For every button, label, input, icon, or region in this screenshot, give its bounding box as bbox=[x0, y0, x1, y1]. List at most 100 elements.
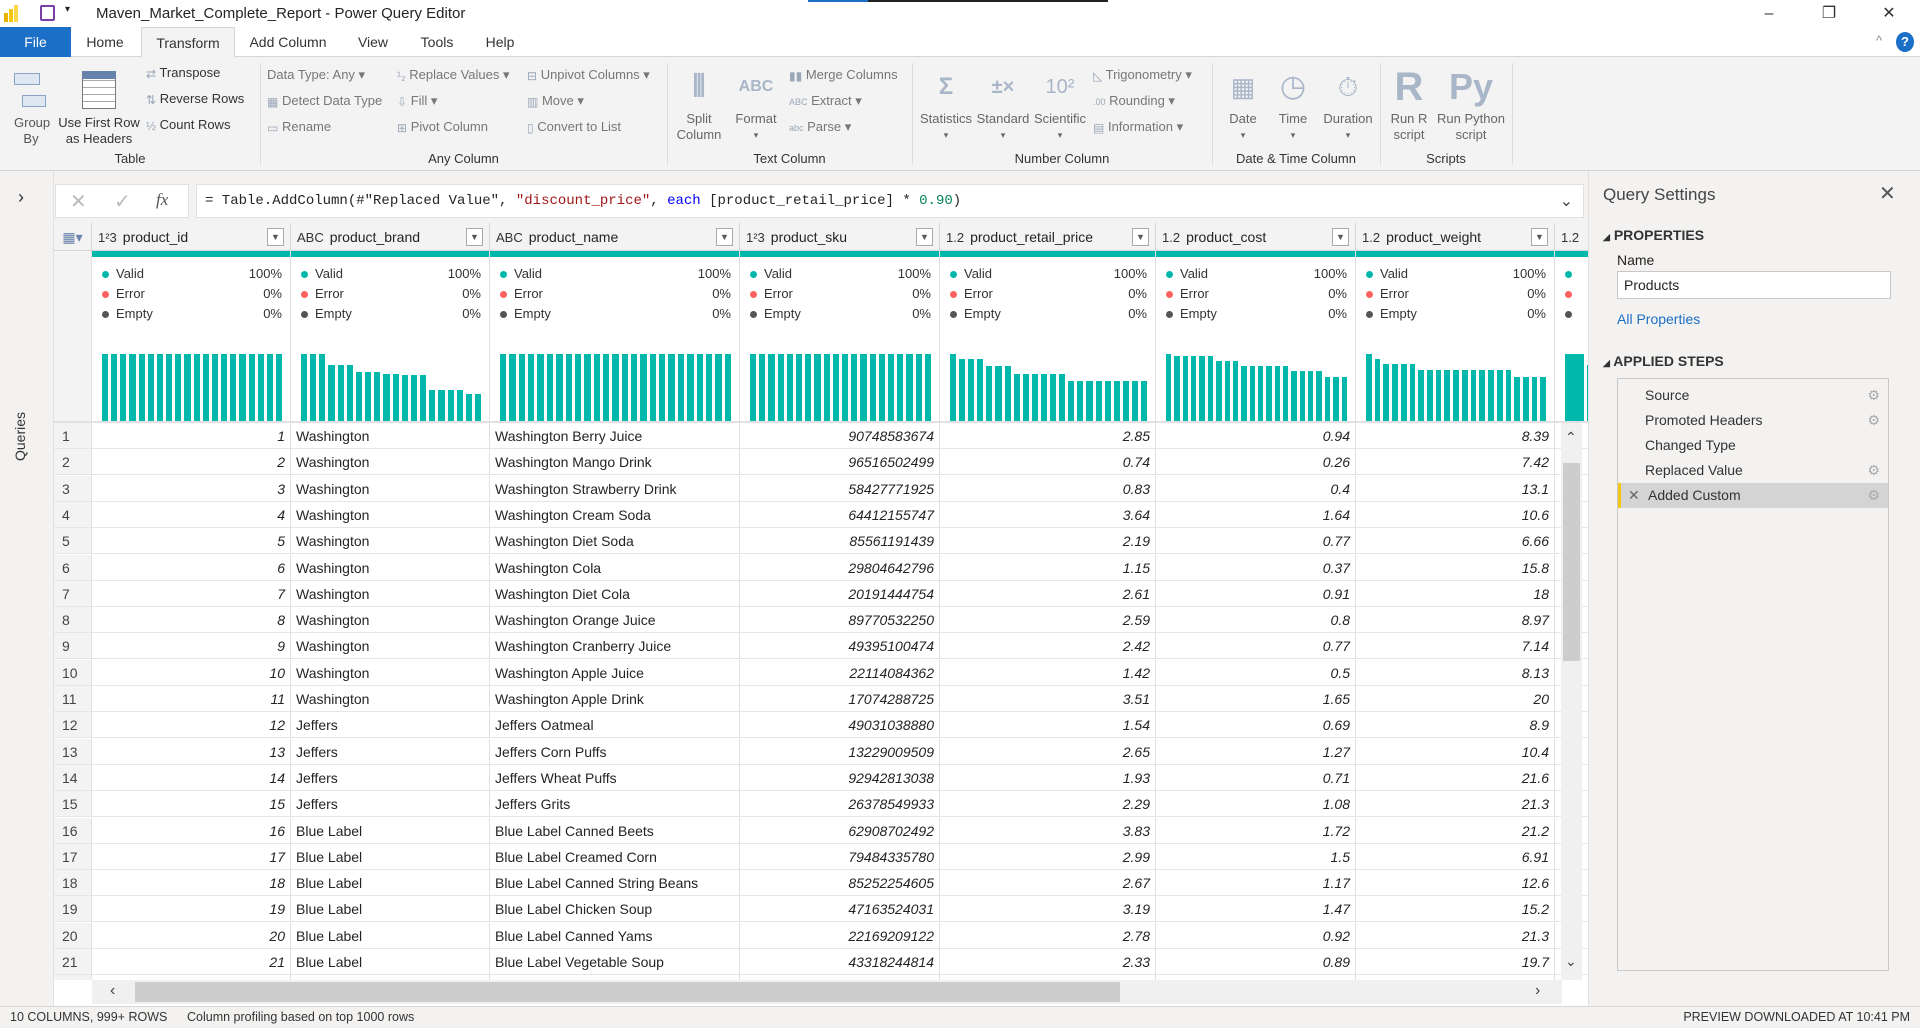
table-cell[interactable]: Washington bbox=[291, 659, 490, 686]
distribution-bar[interactable] bbox=[1427, 369, 1433, 421]
column-header[interactable]: 1²3 product_id ▼ bbox=[92, 223, 291, 251]
table-cell[interactable]: 0.77 bbox=[1156, 528, 1356, 555]
table-cell[interactable]: 17074288725 bbox=[740, 686, 940, 712]
table-cell[interactable]: Blue Label Vegetable Soup bbox=[490, 949, 740, 975]
data-type-icon[interactable]: 1.2 bbox=[1362, 230, 1380, 245]
table-cell[interactable]: Washington bbox=[291, 633, 490, 660]
table-cell[interactable]: 2.99 bbox=[940, 843, 1156, 870]
distribution-bar[interactable] bbox=[1174, 355, 1180, 421]
table-cell[interactable]: 26378549933 bbox=[740, 791, 940, 818]
step-settings-gear-icon[interactable]: ⚙ bbox=[1867, 383, 1880, 408]
table-cell[interactable]: 21.2 bbox=[1356, 817, 1555, 844]
table-cell[interactable]: 10.4 bbox=[1356, 738, 1555, 765]
distribution-bar[interactable] bbox=[1004, 366, 1011, 421]
table-cell[interactable]: 43318244814 bbox=[740, 949, 940, 975]
fill-button[interactable]: ⇩ Fill ▾ bbox=[397, 93, 437, 109]
data-type-icon[interactable]: 1.2 bbox=[1561, 230, 1579, 245]
table-cell[interactable]: 2 bbox=[92, 449, 291, 476]
distribution-bar[interactable] bbox=[1274, 366, 1281, 421]
table-cell[interactable]: 21.3 bbox=[1356, 922, 1555, 949]
tab-transform[interactable]: Transform bbox=[141, 27, 235, 58]
distribution-bar[interactable] bbox=[950, 354, 957, 421]
table-cell[interactable]: 1.08 bbox=[1156, 791, 1356, 818]
table-cell[interactable]: Blue Label Canned Yams bbox=[490, 922, 740, 949]
table-cell[interactable]: 58427771925 bbox=[740, 475, 940, 502]
applied-step[interactable]: ✕ Added Custom ⚙ bbox=[1618, 483, 1888, 508]
distribution-bar[interactable] bbox=[1383, 363, 1390, 421]
distribution-bar[interactable] bbox=[230, 354, 237, 421]
table-cell[interactable]: 8.13 bbox=[1356, 659, 1555, 686]
rename-button[interactable]: ▭ Rename bbox=[267, 119, 331, 135]
standard-button[interactable]: ±× Standard ▾ bbox=[975, 67, 1031, 143]
distribution-bar[interactable] bbox=[1166, 354, 1172, 421]
distribution-bar[interactable] bbox=[915, 354, 922, 421]
row-number[interactable]: 1 bbox=[54, 423, 92, 449]
distribution-bar[interactable] bbox=[1182, 355, 1189, 421]
table-cell[interactable]: 0.89 bbox=[1156, 949, 1356, 975]
table-cell[interactable]: 79484335780 bbox=[740, 843, 940, 870]
data-type-dropdown[interactable]: Data Type: Any ▾ bbox=[267, 67, 365, 83]
row-number[interactable]: 12 bbox=[54, 712, 92, 739]
table-cell[interactable]: Blue Label Canned Beets bbox=[490, 817, 740, 844]
row-number[interactable]: 17 bbox=[54, 843, 92, 870]
table-cell[interactable]: 13229009509 bbox=[740, 738, 940, 765]
distribution-chart[interactable] bbox=[1166, 354, 1347, 421]
distribution-bar[interactable] bbox=[649, 354, 657, 421]
distribution-bar[interactable] bbox=[1522, 376, 1529, 421]
table-cell[interactable]: 2.67 bbox=[940, 870, 1156, 897]
row-number[interactable]: 2 bbox=[54, 449, 92, 476]
distribution-bar[interactable] bbox=[1341, 376, 1347, 421]
distribution-bar[interactable] bbox=[823, 354, 830, 421]
row-number[interactable]: 14 bbox=[54, 764, 92, 791]
table-cell[interactable]: 96516502499 bbox=[740, 449, 940, 476]
tab-tools[interactable]: Tools bbox=[414, 27, 460, 57]
table-cell[interactable]: 85252254605 bbox=[740, 870, 940, 897]
collapse-ribbon-icon[interactable]: ^ bbox=[1876, 33, 1882, 48]
distribution-bar[interactable] bbox=[602, 354, 610, 421]
distribution-bar[interactable] bbox=[1366, 354, 1372, 421]
distribution-bar[interactable] bbox=[668, 354, 675, 421]
distribution-bar[interactable] bbox=[556, 354, 563, 421]
distribution-bar[interactable] bbox=[509, 354, 516, 421]
horizontal-scroll-thumb[interactable] bbox=[135, 982, 1120, 1002]
fx-icon[interactable]: fx bbox=[156, 190, 168, 210]
quick-access-dropdown-icon[interactable]: ▾ bbox=[65, 4, 70, 15]
distribution-bar[interactable] bbox=[328, 364, 335, 421]
table-cell[interactable]: 2.29 bbox=[940, 791, 1156, 818]
distribution-bar[interactable] bbox=[383, 373, 390, 421]
table-cell[interactable]: 16 bbox=[92, 817, 291, 844]
tab-file[interactable]: File bbox=[0, 27, 71, 57]
table-cell[interactable]: Jeffers bbox=[291, 791, 490, 818]
table-cell[interactable]: Jeffers Oatmeal bbox=[490, 712, 740, 739]
distribution-bar[interactable] bbox=[574, 354, 582, 421]
distribution-bar[interactable] bbox=[1216, 360, 1222, 421]
replace-values-button[interactable]: ¹₂ Replace Values ▾ bbox=[397, 67, 510, 83]
distribution-bar[interactable] bbox=[166, 354, 173, 421]
table-cell[interactable]: 18 bbox=[1356, 580, 1555, 607]
distribution-bar[interactable] bbox=[724, 354, 731, 421]
distribution-bar[interactable] bbox=[705, 354, 713, 421]
distribution-bar[interactable] bbox=[1140, 381, 1148, 421]
table-cell[interactable]: 18 bbox=[92, 870, 291, 897]
distribution-bar[interactable] bbox=[1540, 376, 1547, 421]
row-number[interactable]: 20 bbox=[54, 922, 92, 949]
column-header[interactable]: 1.2 bbox=[1555, 223, 1588, 251]
distribution-bar[interactable] bbox=[1461, 369, 1468, 421]
table-cell[interactable]: 12.6 bbox=[1356, 870, 1555, 897]
distribution-bar[interactable] bbox=[1068, 381, 1075, 421]
table-cell[interactable]: Washington Mango Drink bbox=[490, 449, 740, 476]
distribution-bar[interactable] bbox=[924, 354, 932, 421]
distribution-bar[interactable] bbox=[346, 364, 353, 421]
table-cell[interactable]: 0.4 bbox=[1156, 475, 1356, 502]
distribution-bar[interactable] bbox=[1086, 381, 1093, 421]
data-type-icon[interactable]: 1.2 bbox=[946, 230, 964, 245]
distribution-bar[interactable] bbox=[1565, 354, 1584, 421]
distribution-bar[interactable] bbox=[546, 354, 554, 421]
distribution-bar[interactable] bbox=[1077, 381, 1084, 421]
table-cell[interactable]: Washington Cranberry Juice bbox=[490, 633, 740, 660]
distribution-bar[interactable] bbox=[1050, 373, 1057, 421]
detect-data-type-button[interactable]: ▦ Detect Data Type bbox=[267, 93, 382, 109]
statistics-button[interactable]: Σ Statistics ▾ bbox=[918, 67, 974, 143]
scroll-up-icon[interactable]: ⌃ bbox=[1565, 429, 1577, 446]
pivot-column-button[interactable]: ⊞ Pivot Column bbox=[397, 119, 488, 135]
